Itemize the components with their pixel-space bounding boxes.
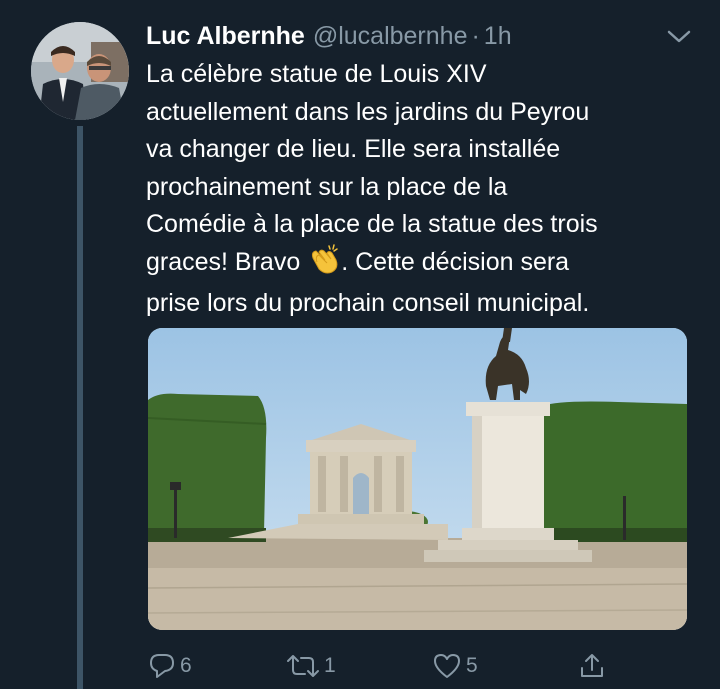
tweet-timestamp[interactable]: 1h (484, 19, 512, 53)
reply-button[interactable]: 6 (148, 646, 192, 686)
chevron-down-icon[interactable] (664, 26, 694, 48)
separator-dot: · (471, 22, 480, 50)
heart-icon (434, 654, 460, 678)
avatar-photo (31, 22, 129, 120)
author-name[interactable]: Luc Albernhe (146, 19, 305, 53)
tweet-text-segment: graces! Bravo (146, 247, 308, 276)
statue-photo (148, 328, 687, 630)
like-count: 5 (466, 654, 478, 677)
retweet-count: 1 (324, 654, 336, 677)
tweet-text-line: prochainement sur la place de la (146, 172, 508, 201)
tweet-text-line: va changer de lieu. Elle sera installée (146, 135, 561, 163)
tweet-text-segment: . Cette décision sera (341, 247, 570, 276)
share-button[interactable] (578, 646, 606, 686)
tweet-text-line: La célèbre statue de Louis XIV (146, 60, 487, 88)
tweet-header: Luc Albernhe @lucalbernhe · 1h (146, 19, 512, 53)
reply-count: 6 (180, 654, 192, 677)
tweet-text-line: actuellement dans les jardins du Peyrou (146, 97, 590, 126)
clapping-hands-emoji (307, 243, 341, 286)
tweet-media-photo[interactable] (148, 328, 687, 630)
share-icon (581, 654, 603, 677)
tweet-action-bar: 6 1 5 (0, 646, 720, 686)
reply-icon (150, 654, 174, 678)
tweet-text-line: prise lors du prochain conseil municipal… (146, 289, 590, 317)
tweet-text: La célèbre statue de Louis XIV actuellem… (146, 56, 706, 323)
tweet-text-line: graces! Bravo . Cette décision sera (146, 243, 706, 286)
retweet-icon (287, 655, 319, 677)
tweet-text-line: Comédie à la place de la statue des troi… (146, 210, 598, 238)
retweet-button[interactable]: 1 (286, 646, 336, 686)
thread-connector-line (77, 126, 83, 689)
avatar[interactable] (31, 22, 129, 120)
like-button[interactable]: 5 (432, 646, 478, 686)
author-handle[interactable]: @lucalbernhe (313, 19, 468, 53)
